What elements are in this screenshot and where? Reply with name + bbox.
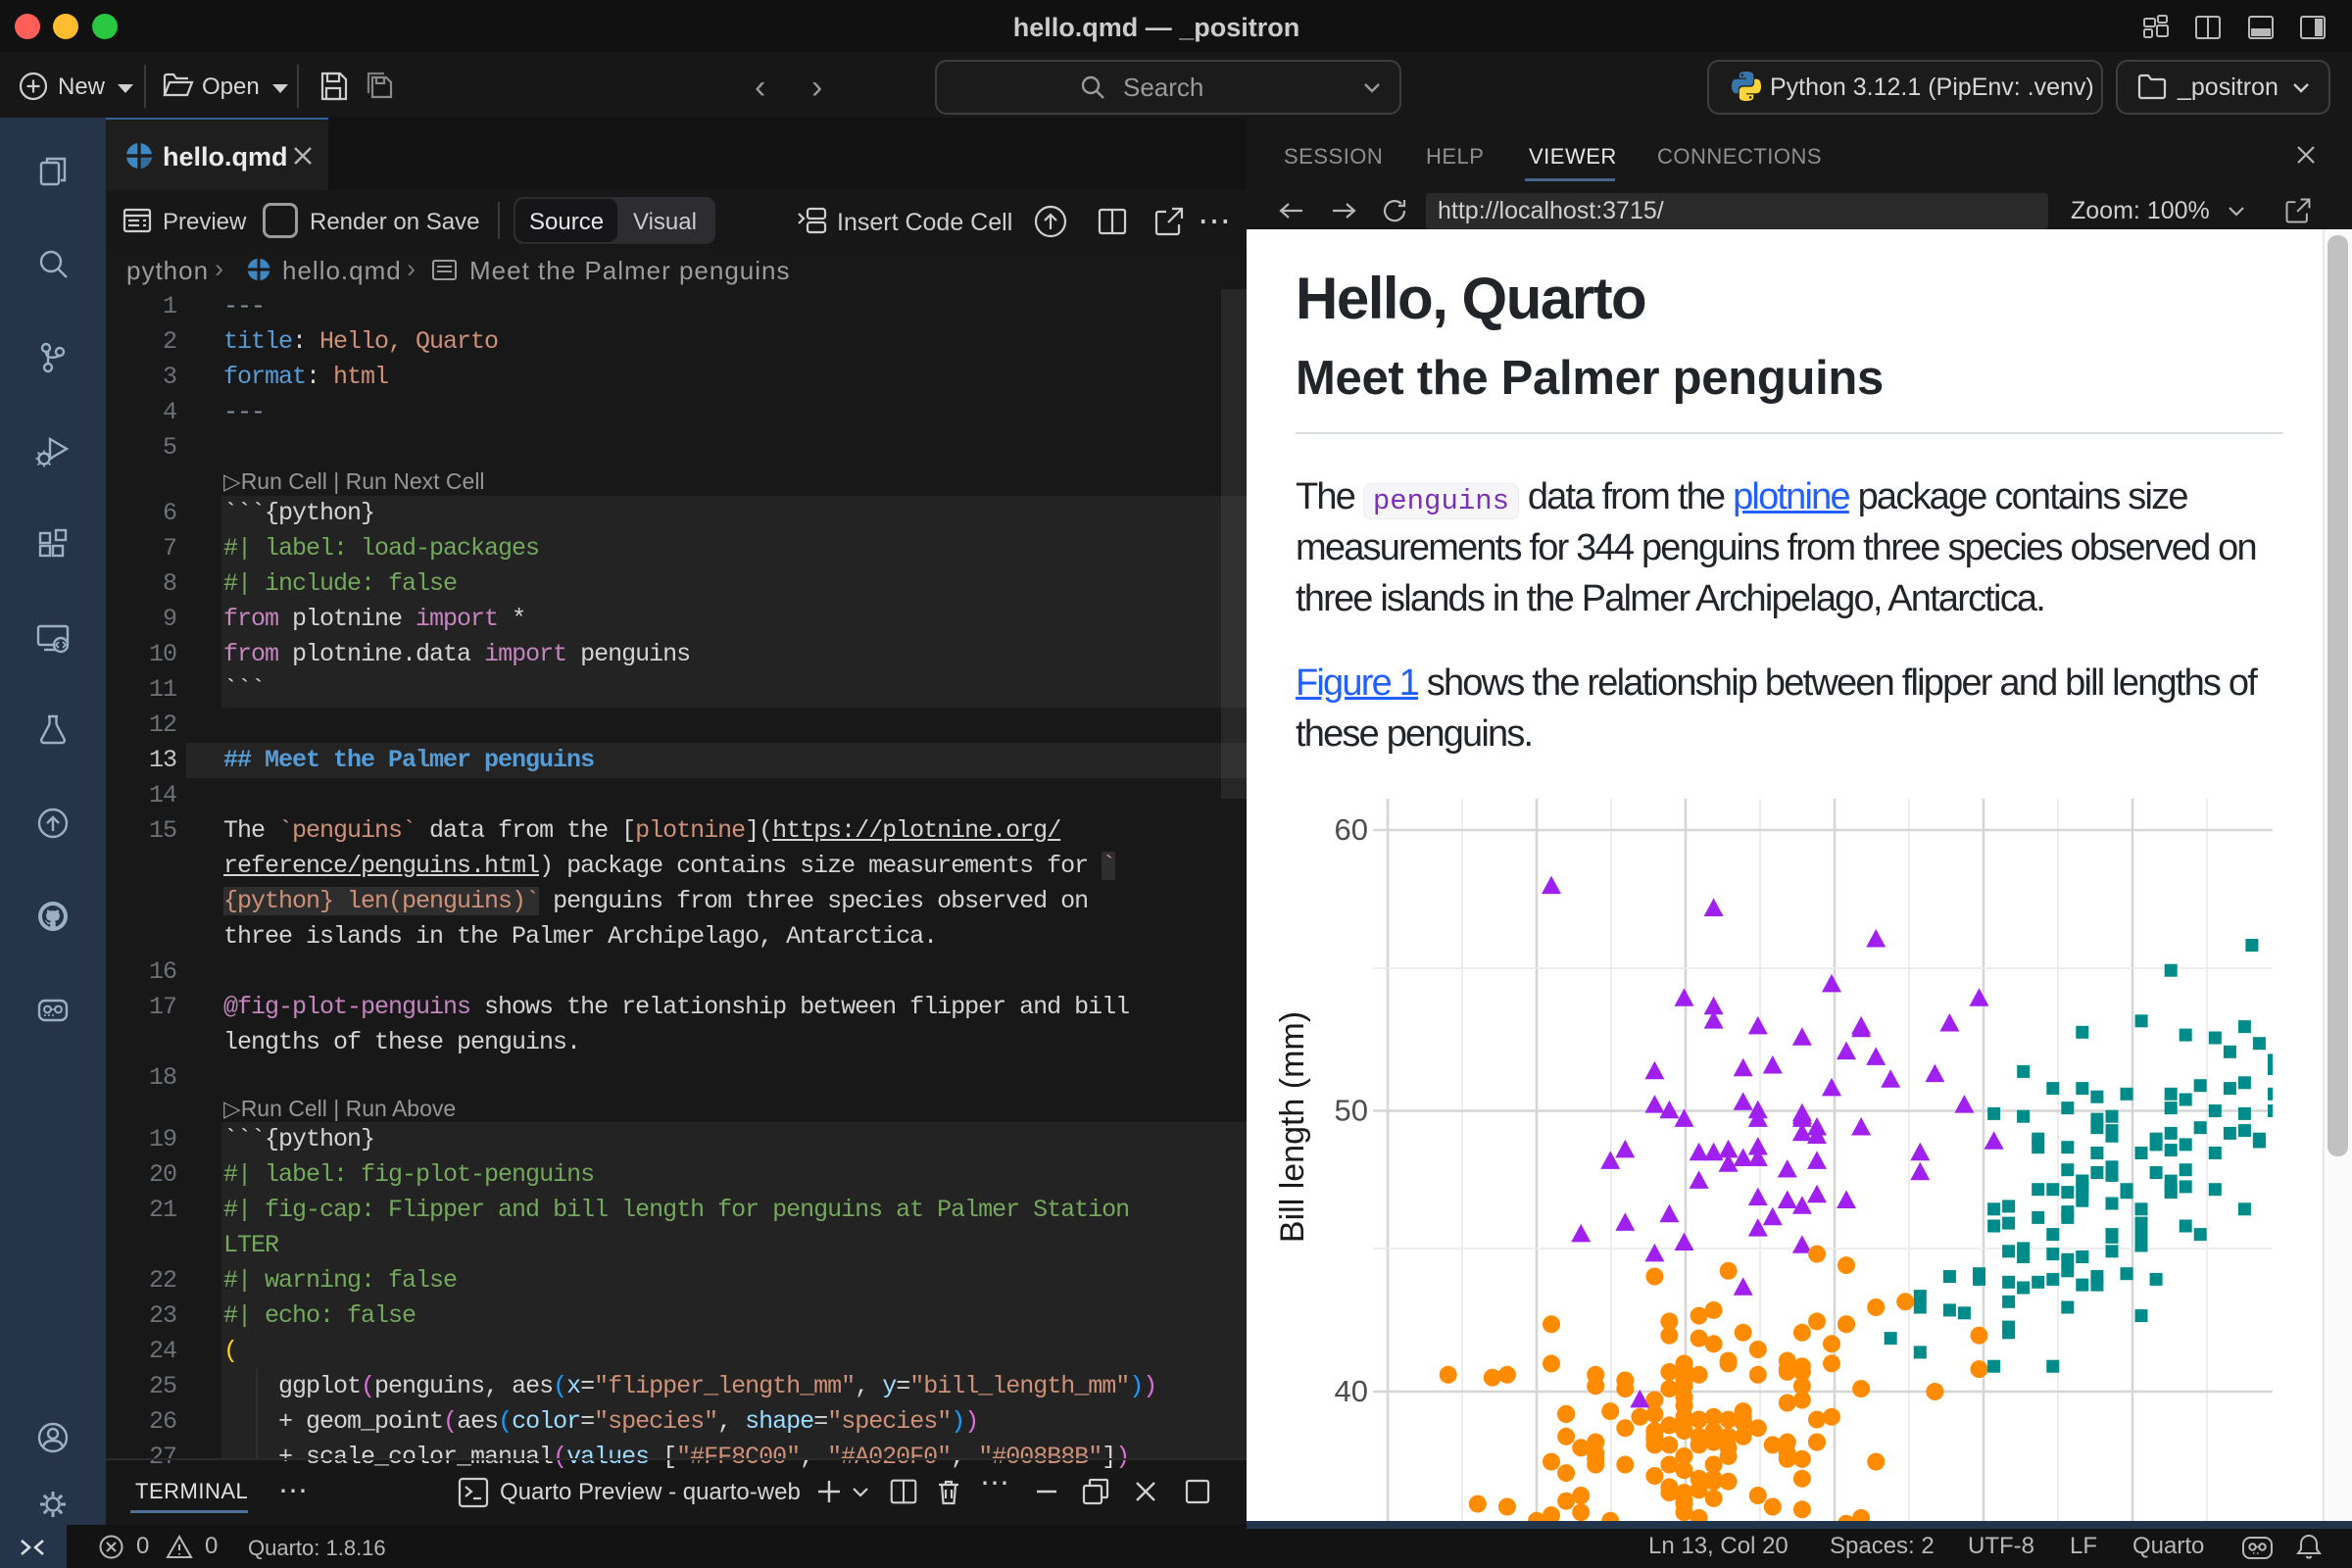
svg-text:40: 40 bbox=[1335, 1374, 1368, 1408]
svg-text:60: 60 bbox=[1335, 812, 1368, 847]
svg-text:50: 50 bbox=[1335, 1094, 1368, 1128]
svg-text:Bill length (mm): Bill length (mm) bbox=[1274, 1011, 1311, 1243]
